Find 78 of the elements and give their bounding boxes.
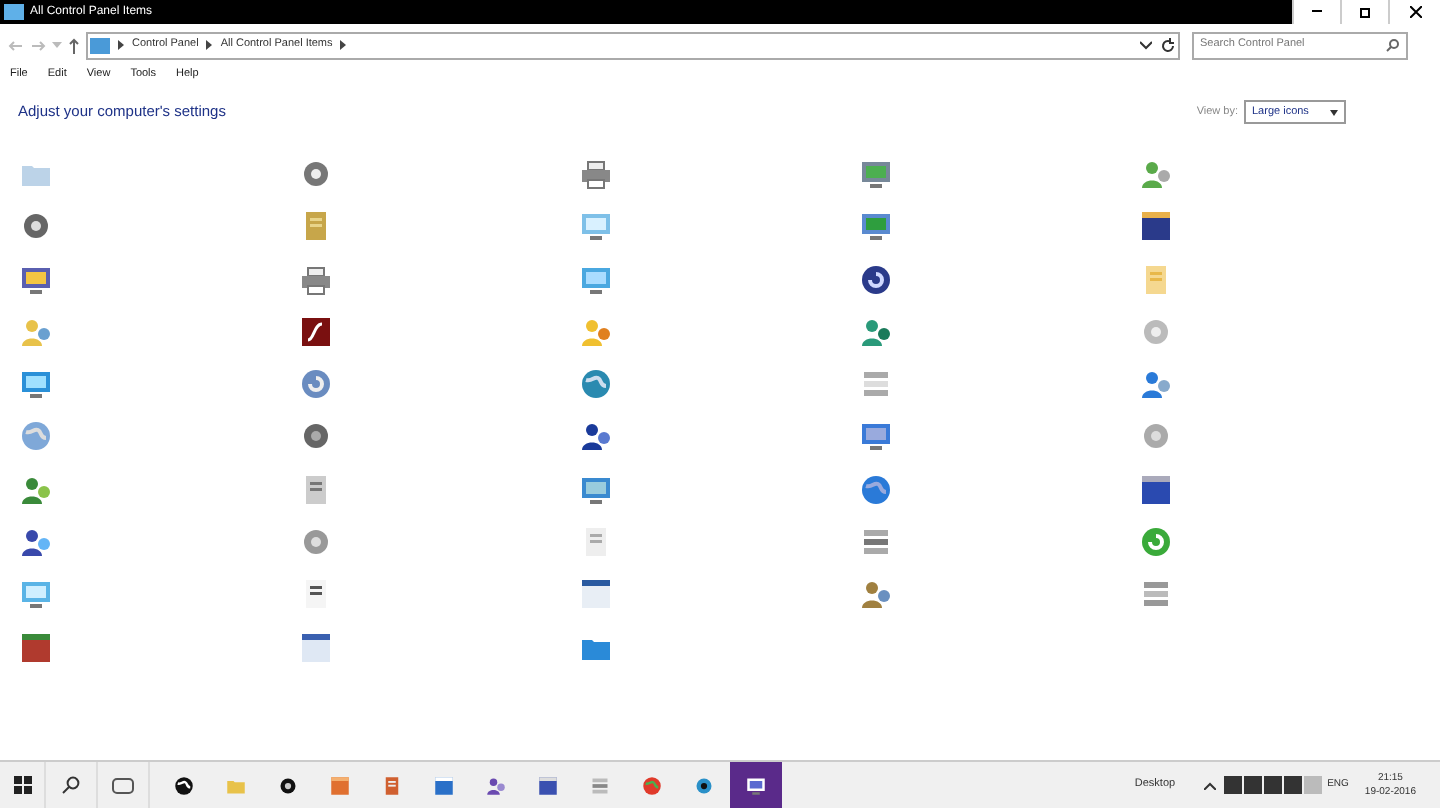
gear-icon <box>300 158 332 190</box>
control-panel-item[interactable] <box>300 420 332 453</box>
control-panel-item[interactable] <box>300 578 332 611</box>
document-icon <box>1140 263 1172 296</box>
search-icon <box>1386 38 1400 52</box>
window-icon <box>538 775 558 795</box>
control-panel-item[interactable] <box>1140 473 1172 506</box>
stack-icon <box>860 526 892 559</box>
control-panel-item[interactable] <box>20 210 52 243</box>
document-icon <box>580 526 612 559</box>
gear-icon <box>694 775 714 795</box>
window-icon <box>4 4 24 20</box>
gear-icon <box>1140 315 1172 348</box>
document-icon <box>300 210 332 243</box>
stack-icon <box>590 775 610 795</box>
restore-icon <box>1359 6 1371 18</box>
flash-icon <box>300 315 332 348</box>
control-panel-item[interactable] <box>860 315 892 348</box>
globe-icon <box>860 473 892 506</box>
up-arrow-icon[interactable] <box>68 37 80 53</box>
chevron-icon <box>340 40 347 50</box>
search-icon <box>62 776 80 794</box>
window-icon <box>580 578 612 611</box>
globe-icon <box>20 420 52 453</box>
refresh-icon[interactable] <box>1160 37 1176 53</box>
control-panel-item[interactable] <box>1140 210 1172 243</box>
control-panel-item[interactable] <box>20 631 52 664</box>
globe-icon <box>580 368 612 401</box>
close-icon <box>1409 6 1421 18</box>
window-icon <box>300 631 332 664</box>
close-button[interactable] <box>1388 0 1440 24</box>
people-icon <box>580 315 612 348</box>
people-icon <box>1140 368 1172 401</box>
globe-icon <box>642 775 662 795</box>
control-panel-item[interactable] <box>300 631 332 664</box>
taskbar-button[interactable] <box>730 762 782 808</box>
dropdown-icon[interactable] <box>1140 40 1152 50</box>
printer-icon <box>300 263 332 296</box>
chevron-icon <box>118 40 124 50</box>
gear-icon <box>300 420 332 453</box>
gear-icon <box>1140 420 1172 453</box>
minimize-icon <box>1312 10 1322 14</box>
chevron-icon <box>206 40 213 50</box>
window-icon <box>434 775 454 795</box>
window-icon <box>1140 210 1172 243</box>
control-panel-item[interactable] <box>580 420 612 453</box>
people-icon <box>20 473 52 506</box>
gear-icon <box>278 775 298 795</box>
control-panel-item[interactable] <box>20 526 52 559</box>
people-icon <box>1140 158 1172 190</box>
task-view-icon <box>112 777 134 793</box>
people-icon <box>580 420 612 453</box>
restore-button[interactable] <box>1340 0 1388 24</box>
window-icon <box>1140 473 1172 506</box>
windows-logo-icon <box>13 776 31 794</box>
caret-icon <box>1330 109 1338 115</box>
people-icon <box>20 315 52 348</box>
window-icon <box>20 631 52 664</box>
control-panel-item[interactable] <box>580 578 612 611</box>
control-panel-item[interactable] <box>860 263 892 296</box>
stack-icon <box>1140 578 1172 611</box>
folder-icon <box>226 775 246 795</box>
people-icon <box>860 578 892 611</box>
people-icon <box>20 526 52 559</box>
window-icon <box>330 775 350 795</box>
document-icon <box>300 578 332 611</box>
people-icon <box>486 775 506 795</box>
globe-icon <box>174 775 194 795</box>
gear-icon <box>300 526 332 559</box>
gear-icon <box>20 210 52 243</box>
document-icon <box>300 473 332 506</box>
document-icon <box>382 775 402 795</box>
printer-icon <box>580 158 612 190</box>
control-panel-icon <box>90 37 110 53</box>
chevron-up-icon[interactable] <box>1203 781 1216 789</box>
people-icon <box>860 315 892 348</box>
stack-icon <box>860 368 892 401</box>
control-panel-item[interactable] <box>300 315 332 348</box>
